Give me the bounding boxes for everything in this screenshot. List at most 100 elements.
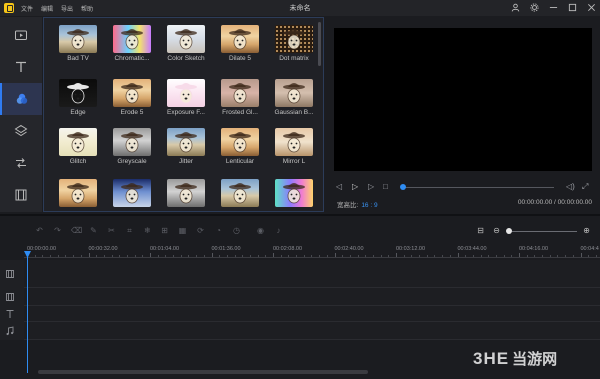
effect-thumbnail[interactable] bbox=[167, 179, 205, 207]
speed-icon[interactable]: ◔ bbox=[214, 226, 223, 235]
ruler-label: 00:04:4 bbox=[580, 246, 599, 252]
ruler-minor-tick bbox=[34, 255, 36, 257]
volume-icon[interactable]: ◁) bbox=[566, 182, 575, 191]
ruler-minor-tick bbox=[480, 255, 482, 257]
freeze-icon[interactable]: ❄ bbox=[143, 226, 152, 235]
effect-thumbnail[interactable] bbox=[59, 79, 97, 107]
effect-thumbnail[interactable] bbox=[167, 128, 205, 156]
effect-thumbnail[interactable] bbox=[275, 25, 313, 53]
effect-thumbnail[interactable] bbox=[113, 25, 151, 53]
zoom-slider-handle[interactable] bbox=[506, 228, 512, 234]
dog-in-hat-image bbox=[67, 29, 89, 50]
video-preview[interactable] bbox=[334, 28, 592, 171]
next-frame-icon[interactable]: ▷ bbox=[368, 182, 374, 191]
effect-thumbnail[interactable] bbox=[221, 179, 259, 207]
user-icon[interactable] bbox=[510, 2, 520, 12]
effect-label: Color Sketch bbox=[167, 55, 205, 62]
ruler-minor-tick bbox=[472, 255, 474, 257]
seek-bar[interactable] bbox=[404, 187, 554, 188]
rail-item-media[interactable] bbox=[0, 19, 42, 51]
record-icon[interactable]: ◉ bbox=[256, 226, 265, 235]
seek-handle[interactable] bbox=[400, 184, 406, 190]
ruler-minor-tick bbox=[296, 255, 298, 257]
ruler-tick bbox=[519, 253, 520, 257]
undo-icon[interactable]: ↶ bbox=[35, 226, 44, 235]
split-icon[interactable]: ✂ bbox=[107, 226, 116, 235]
stop-icon[interactable]: □ bbox=[383, 182, 388, 191]
film-icon bbox=[5, 269, 15, 279]
rail-item-filters[interactable] bbox=[0, 83, 42, 115]
text-track[interactable] bbox=[24, 306, 600, 322]
effect-thumbnail[interactable] bbox=[113, 79, 151, 107]
effect-thumbnail[interactable] bbox=[275, 128, 313, 156]
rail-item-transitions[interactable] bbox=[0, 147, 42, 179]
timeline-scrollbar[interactable] bbox=[38, 370, 368, 374]
effect-thumbnail[interactable] bbox=[221, 128, 259, 156]
menu-edit[interactable]: 编辑 bbox=[41, 4, 53, 13]
zoom-slider[interactable] bbox=[512, 231, 577, 232]
pip-track[interactable] bbox=[24, 288, 600, 306]
playhead[interactable] bbox=[27, 251, 28, 373]
effect-label: Chromatic... bbox=[114, 55, 150, 62]
effect-thumbnail[interactable] bbox=[113, 128, 151, 156]
rail-item-text[interactable] bbox=[0, 51, 42, 83]
zoom-out-icon[interactable]: ⊖ bbox=[492, 226, 501, 235]
close-icon[interactable] bbox=[586, 2, 596, 12]
dog-in-hat-image bbox=[67, 132, 89, 153]
effect-thumbnail[interactable] bbox=[59, 25, 97, 53]
ruler-tick bbox=[88, 253, 90, 257]
ruler-tick bbox=[150, 253, 151, 257]
rotate-icon[interactable]: ⟳ bbox=[196, 226, 205, 235]
redo-icon[interactable]: ↷ bbox=[53, 226, 62, 235]
effect-thumbnail[interactable] bbox=[221, 79, 259, 107]
voiceover-icon[interactable]: ♪ bbox=[274, 226, 283, 235]
effect-thumbnail[interactable] bbox=[59, 179, 97, 207]
ruler-minor-tick bbox=[165, 255, 167, 257]
ruler-minor-tick bbox=[442, 255, 444, 257]
fullscreen-icon[interactable]: ⤢ bbox=[582, 182, 588, 192]
video-track[interactable] bbox=[24, 260, 600, 288]
ruler-minor-tick bbox=[180, 255, 182, 257]
fit-timeline-icon[interactable]: ⊟ bbox=[476, 226, 485, 235]
mosaic-icon[interactable]: ▦ bbox=[178, 226, 187, 235]
ruler-minor-tick bbox=[349, 255, 351, 257]
aspect-ratio-value[interactable]: 16 : 9 bbox=[361, 202, 377, 209]
dog-in-hat-image bbox=[175, 132, 197, 153]
menu-help[interactable]: 帮助 bbox=[81, 4, 93, 13]
delete-icon[interactable]: ⌫ bbox=[71, 226, 82, 235]
ruler-label: 00:00:00.00 bbox=[27, 246, 57, 252]
ruler-minor-tick bbox=[157, 255, 159, 257]
settings-icon[interactable] bbox=[529, 2, 539, 12]
effect-thumbnail[interactable] bbox=[275, 179, 313, 207]
ruler-minor-tick bbox=[242, 255, 244, 257]
duration-icon[interactable]: ◷ bbox=[232, 226, 241, 235]
effect-thumbnail[interactable] bbox=[275, 79, 313, 107]
effect-label: Jitter bbox=[178, 158, 194, 165]
effect-thumbnail[interactable] bbox=[167, 25, 205, 53]
music-track[interactable] bbox=[24, 322, 600, 340]
ruler-minor-tick bbox=[542, 255, 544, 257]
edit-icon[interactable]: ✎ bbox=[89, 226, 98, 235]
rail-item-elements[interactable] bbox=[0, 179, 42, 211]
effect-thumbnail[interactable] bbox=[167, 79, 205, 107]
prev-frame-icon[interactable]: ◁ bbox=[336, 182, 342, 191]
menu-file[interactable]: 文件 bbox=[21, 4, 33, 13]
ruler-minor-tick bbox=[595, 255, 597, 257]
dog-in-hat-image bbox=[229, 183, 251, 204]
crop-icon[interactable]: ⌗ bbox=[125, 226, 134, 235]
effect-thumbnail[interactable] bbox=[59, 128, 97, 156]
ruler-minor-tick bbox=[288, 255, 290, 257]
zoom-in-icon[interactable]: ⊕ bbox=[582, 226, 591, 235]
minimize-icon[interactable] bbox=[548, 2, 558, 12]
effect-thumbnail[interactable] bbox=[113, 179, 151, 207]
dog-in-hat-image bbox=[283, 183, 305, 204]
rail-item-overlays[interactable] bbox=[0, 115, 42, 147]
zoom-in-clip-icon[interactable]: ⊞ bbox=[160, 226, 169, 235]
restore-icon[interactable] bbox=[567, 2, 577, 12]
play-icon[interactable]: ▷ bbox=[352, 182, 358, 191]
ruler-minor-tick bbox=[549, 255, 551, 257]
timeline-ruler[interactable]: 00:00:00.00 00:00:32.00 00:01:04.00 00:01:3… bbox=[24, 244, 600, 258]
menu-export[interactable]: 导出 bbox=[61, 4, 73, 13]
effect-thumbnail[interactable] bbox=[221, 25, 259, 53]
panel-divider[interactable] bbox=[0, 214, 600, 216]
